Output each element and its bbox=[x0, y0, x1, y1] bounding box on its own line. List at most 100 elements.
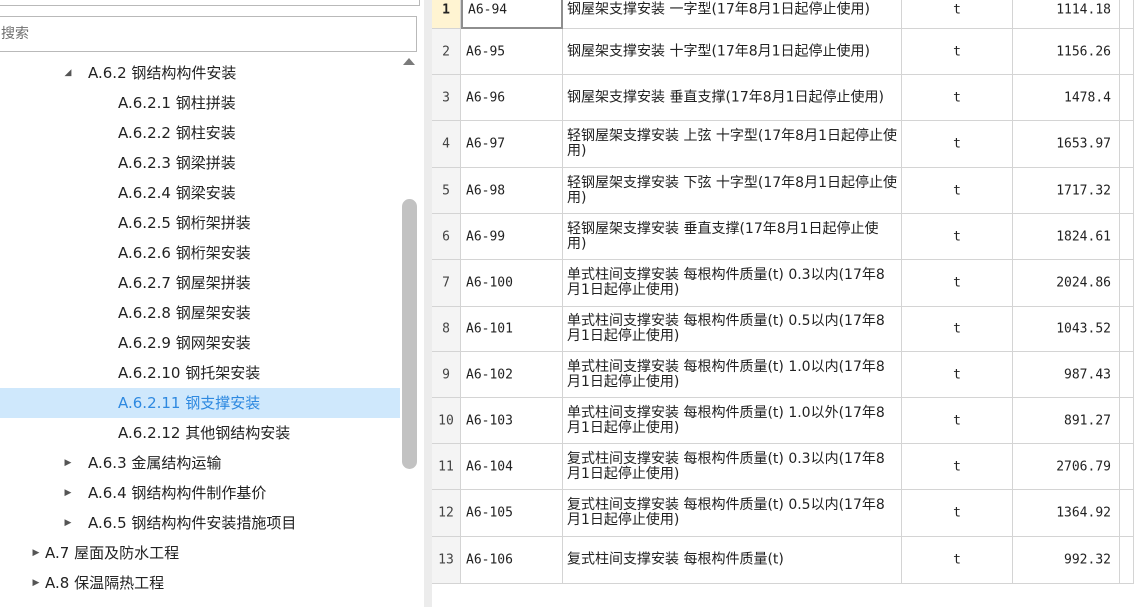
expand-arrow-icon[interactable]: ▶ bbox=[62, 478, 74, 508]
table-row[interactable]: 13 A6-106 复式柱间支撑安装 每根构件质量(t) t 992.32 bbox=[432, 537, 1134, 584]
unit-cell[interactable]: t bbox=[902, 75, 1013, 121]
row-index-cell[interactable]: 11 bbox=[432, 444, 461, 490]
extra-cell[interactable] bbox=[1120, 352, 1134, 398]
quota-name-cell[interactable]: 单式柱间支撑安装 每根构件质量(t) 1.0以外(17年8月1日起停止使用) bbox=[563, 398, 902, 444]
quota-name-cell[interactable]: 轻钢屋架支撑安装 上弦 十字型(17年8月1日起停止使用) bbox=[563, 121, 902, 168]
unit-cell[interactable]: t bbox=[902, 537, 1013, 584]
tree-item[interactable]: ◢ A.6.2 钢结构构件安装 bbox=[0, 58, 400, 88]
quota-code-cell[interactable]: A6-98 bbox=[461, 168, 563, 214]
row-index-cell[interactable]: 9 bbox=[432, 352, 461, 398]
quota-code-cell[interactable]: A6-100 bbox=[461, 260, 563, 307]
tree-item[interactable]: A.6.2.4 钢梁安装 bbox=[0, 178, 400, 208]
scroll-up-arrow-icon[interactable] bbox=[403, 58, 415, 65]
quota-name-cell[interactable]: 钢屋架支撑安装 垂直支撑(17年8月1日起停止使用) bbox=[563, 75, 902, 121]
table-row[interactable]: 7 A6-100 单式柱间支撑安装 每根构件质量(t) 0.3以内(17年8月1日起… bbox=[432, 260, 1134, 307]
tree-item[interactable]: ▶ A.6.3 金属结构运输 bbox=[0, 448, 400, 478]
table-row[interactable]: 6 A6-99 轻钢屋架支撑安装 垂直支撑(17年8月1日起停止使用) t 1824.6… bbox=[432, 214, 1134, 260]
row-index-cell[interactable]: 8 bbox=[432, 307, 461, 352]
pane-splitter[interactable] bbox=[424, 0, 432, 607]
extra-cell[interactable] bbox=[1120, 260, 1134, 307]
extra-cell[interactable] bbox=[1120, 0, 1134, 29]
quota-code-cell[interactable]: A6-102 bbox=[461, 352, 563, 398]
row-index-cell[interactable]: 7 bbox=[432, 260, 461, 307]
tree-item[interactable]: A.6.2.1 钢柱拼装 bbox=[0, 88, 400, 118]
quota-name-cell[interactable]: 复式柱间支撑安装 每根构件质量(t) 0.5以内(17年8月1日起停止使用) bbox=[563, 490, 902, 537]
search-input[interactable] bbox=[0, 17, 416, 51]
expand-arrow-icon[interactable]: ▶ bbox=[30, 568, 42, 598]
quota-name-cell[interactable]: 轻钢屋架支撑安装 下弦 十字型(17年8月1日起停止使用) bbox=[563, 168, 902, 214]
row-index-cell[interactable]: 1 bbox=[432, 0, 461, 29]
tree-item[interactable]: A.6.2.3 钢梁拼装 bbox=[0, 148, 400, 178]
price-cell[interactable]: 992.32 bbox=[1013, 537, 1120, 584]
quota-code-cell[interactable]: A6-105 bbox=[461, 490, 563, 537]
tree-item[interactable]: ▶ A.8 保温隔热工程 bbox=[0, 568, 400, 598]
price-cell[interactable]: 1717.32 bbox=[1013, 168, 1120, 214]
tree-item[interactable]: A.6.2.11 钢支撑安装 bbox=[0, 388, 400, 418]
unit-cell[interactable]: t bbox=[902, 168, 1013, 214]
quota-name-cell[interactable]: 轻钢屋架支撑安装 垂直支撑(17年8月1日起停止使用) bbox=[563, 214, 902, 260]
top-field[interactable] bbox=[0, 0, 420, 6]
tree-item[interactable]: A.6.2.9 钢网架安装 bbox=[0, 328, 400, 358]
quota-code-cell[interactable]: A6-95 bbox=[461, 29, 563, 75]
expand-arrow-icon[interactable]: ▶ bbox=[30, 538, 42, 568]
price-cell[interactable]: 1653.97 bbox=[1013, 121, 1120, 168]
row-index-cell[interactable]: 13 bbox=[432, 537, 461, 584]
quota-name-cell[interactable]: 单式柱间支撑安装 每根构件质量(t) 0.5以内(17年8月1日起停止使用) bbox=[563, 307, 902, 352]
tree-item[interactable]: ▶ A.7 屋面及防水工程 bbox=[0, 538, 400, 568]
unit-cell[interactable]: t bbox=[902, 490, 1013, 537]
quota-code-cell[interactable]: A6-96 bbox=[461, 75, 563, 121]
tree-item[interactable]: ▶ A.6.4 钢结构构件制作基价 bbox=[0, 478, 400, 508]
tree-item[interactable]: A.6.2.7 钢屋架拼装 bbox=[0, 268, 400, 298]
quota-name-cell[interactable]: 单式柱间支撑安装 每根构件质量(t) 1.0以内(17年8月1日起停止使用) bbox=[563, 352, 902, 398]
extra-cell[interactable] bbox=[1120, 121, 1134, 168]
unit-cell[interactable]: t bbox=[902, 398, 1013, 444]
tree-item[interactable]: A.6.2.12 其他钢结构安装 bbox=[0, 418, 400, 448]
quota-code-cell[interactable]: A6-101 bbox=[461, 307, 563, 352]
extra-cell[interactable] bbox=[1120, 444, 1134, 490]
table-row[interactable]: 4 A6-97 轻钢屋架支撑安装 上弦 十字型(17年8月1日起停止使用) t 1653… bbox=[432, 121, 1134, 168]
row-index-cell[interactable]: 10 bbox=[432, 398, 461, 444]
search-box[interactable] bbox=[0, 16, 417, 52]
price-cell[interactable]: 1364.92 bbox=[1013, 490, 1120, 537]
price-cell[interactable]: 2024.86 bbox=[1013, 260, 1120, 307]
row-index-cell[interactable]: 5 bbox=[432, 168, 461, 214]
table-row[interactable]: 1 A6-94 钢屋架支撑安装 一字型(17年8月1日起停止使用) t 1114.18 bbox=[432, 0, 1134, 29]
tree-item[interactable]: A.6.2.2 钢柱安装 bbox=[0, 118, 400, 148]
price-cell[interactable]: 1114.18 bbox=[1013, 0, 1120, 29]
row-index-cell[interactable]: 6 bbox=[432, 214, 461, 260]
price-cell[interactable]: 987.43 bbox=[1013, 352, 1120, 398]
row-index-cell[interactable]: 12 bbox=[432, 490, 461, 537]
quota-code-cell[interactable]: A6-94 bbox=[461, 0, 563, 29]
quota-code-cell[interactable]: A6-99 bbox=[461, 214, 563, 260]
price-cell[interactable]: 1478.4 bbox=[1013, 75, 1120, 121]
tree-item[interactable]: A.6.2.10 钢托架安装 bbox=[0, 358, 400, 388]
quota-name-cell[interactable]: 复式柱间支撑安装 每根构件质量(t) 0.3以内(17年8月1日起停止使用) bbox=[563, 444, 902, 490]
price-cell[interactable]: 891.27 bbox=[1013, 398, 1120, 444]
table-row[interactable]: 12 A6-105 复式柱间支撑安装 每根构件质量(t) 0.5以内(17年8月1日… bbox=[432, 490, 1134, 537]
tree-item[interactable]: ▶ A.6.5 钢结构构件安装措施项目 bbox=[0, 508, 400, 538]
expand-arrow-icon[interactable]: ▶ bbox=[62, 448, 74, 478]
table-row[interactable]: 2 A6-95 钢屋架支撑安装 十字型(17年8月1日起停止使用) t 1156.26 bbox=[432, 29, 1134, 75]
tree-item[interactable]: A.6.2.6 钢桁架安装 bbox=[0, 238, 400, 268]
unit-cell[interactable]: t bbox=[902, 444, 1013, 490]
table-row[interactable]: 9 A6-102 单式柱间支撑安装 每根构件质量(t) 1.0以内(17年8月1日起… bbox=[432, 352, 1134, 398]
extra-cell[interactable] bbox=[1120, 214, 1134, 260]
unit-cell[interactable]: t bbox=[902, 214, 1013, 260]
price-cell[interactable]: 1156.26 bbox=[1013, 29, 1120, 75]
extra-cell[interactable] bbox=[1120, 29, 1134, 75]
extra-cell[interactable] bbox=[1120, 398, 1134, 444]
tree-scrollbar[interactable] bbox=[400, 56, 420, 607]
table-row[interactable]: 3 A6-96 钢屋架支撑安装 垂直支撑(17年8月1日起停止使用) t 1478.4 bbox=[432, 75, 1134, 121]
scroll-thumb[interactable] bbox=[402, 199, 417, 469]
row-index-cell[interactable]: 3 bbox=[432, 75, 461, 121]
table-row[interactable]: 10 A6-103 单式柱间支撑安装 每根构件质量(t) 1.0以外(17年8月1日… bbox=[432, 398, 1134, 444]
price-cell[interactable]: 1043.52 bbox=[1013, 307, 1120, 352]
extra-cell[interactable] bbox=[1120, 75, 1134, 121]
unit-cell[interactable]: t bbox=[902, 121, 1013, 168]
table-row[interactable]: 11 A6-104 复式柱间支撑安装 每根构件质量(t) 0.3以内(17年8月1日… bbox=[432, 444, 1134, 490]
quota-code-cell[interactable]: A6-103 bbox=[461, 398, 563, 444]
row-index-cell[interactable]: 2 bbox=[432, 29, 461, 75]
price-cell[interactable]: 1824.61 bbox=[1013, 214, 1120, 260]
price-cell[interactable]: 2706.79 bbox=[1013, 444, 1120, 490]
extra-cell[interactable] bbox=[1120, 490, 1134, 537]
